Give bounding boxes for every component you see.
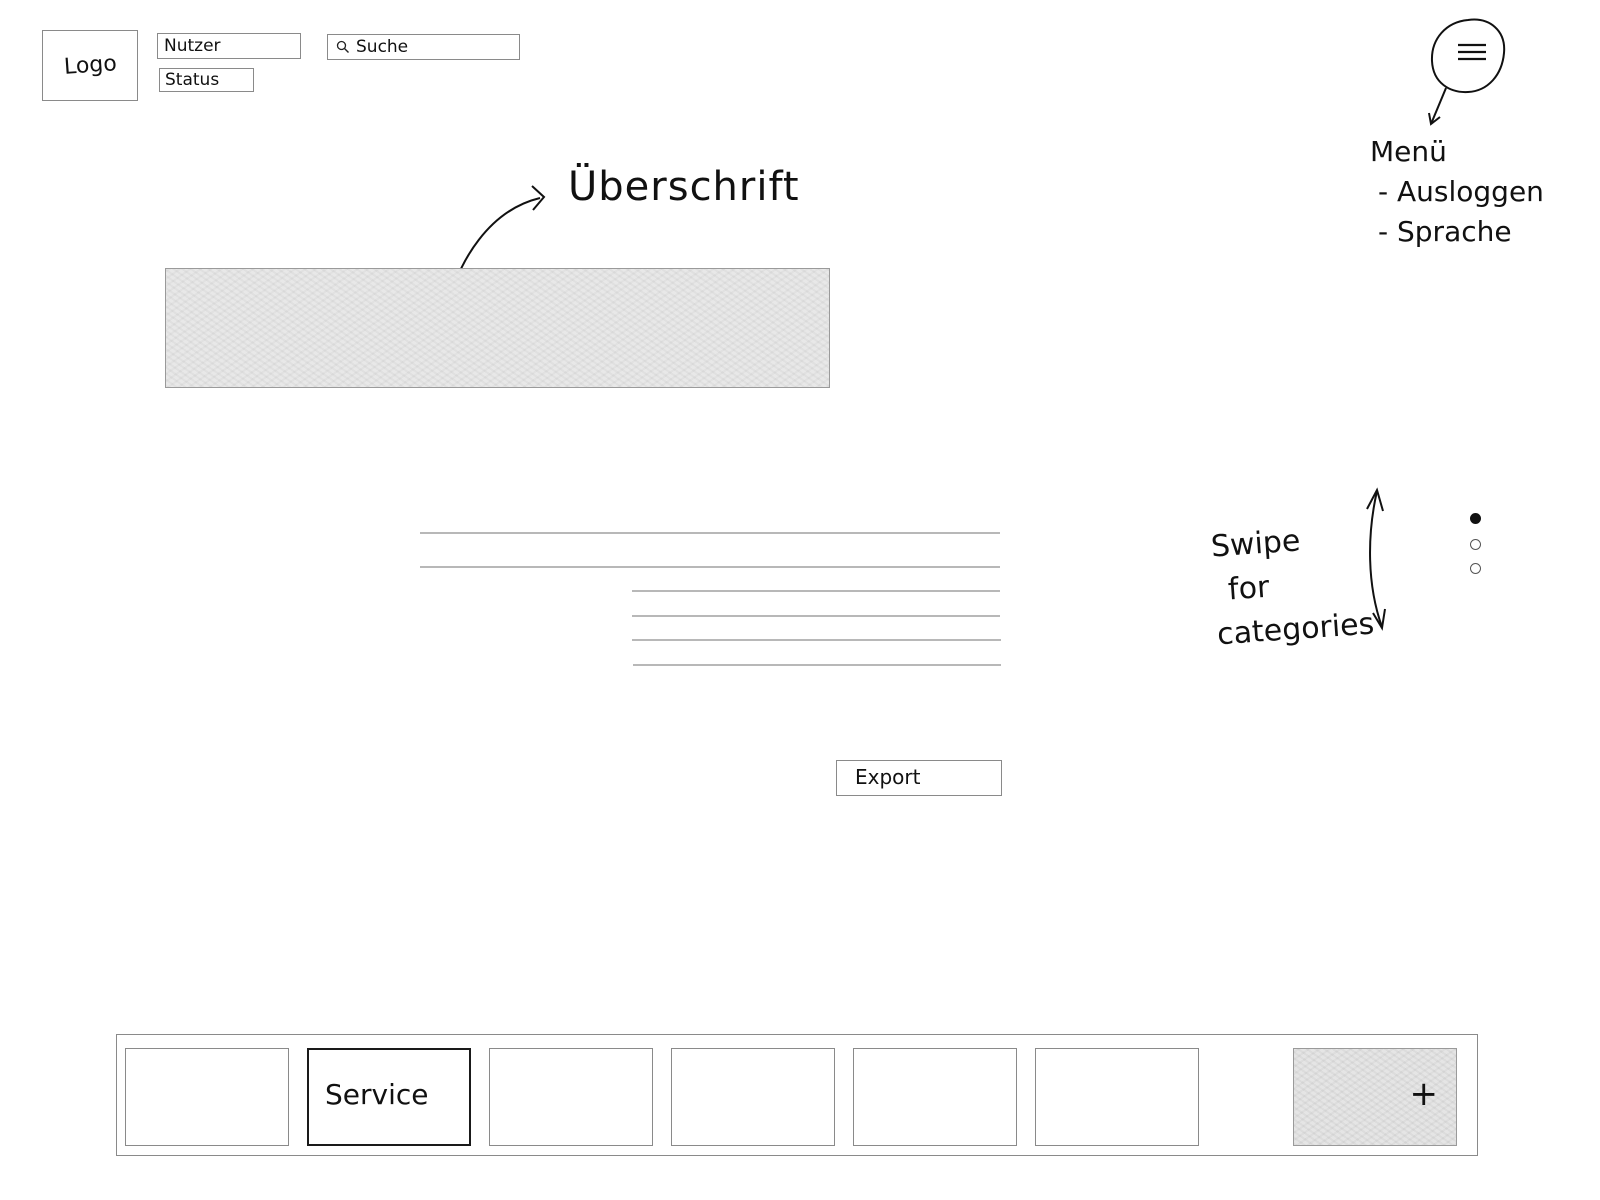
add-category-button[interactable]: + — [1293, 1048, 1457, 1146]
menu-annotation-item-logout: - Ausloggen — [1378, 175, 1544, 208]
logo: Logo — [42, 30, 138, 101]
heading-annotation: Überschrift — [568, 164, 800, 210]
category-tile[interactable] — [1035, 1048, 1199, 1146]
menu-annotation-title: Menü — [1370, 135, 1447, 168]
category-tile[interactable] — [125, 1048, 289, 1146]
category-tile[interactable] — [853, 1048, 1017, 1146]
text-line — [420, 532, 1000, 534]
swipe-annotation-line: categories — [1216, 606, 1376, 653]
menu-annotation-item-language: - Sprache — [1378, 215, 1512, 248]
category-tile-label: Service — [325, 1078, 429, 1111]
pager-dot-1[interactable] — [1470, 513, 1481, 524]
heading-placeholder — [165, 268, 830, 388]
category-tile[interactable] — [671, 1048, 835, 1146]
text-line — [632, 639, 1001, 641]
search-icon — [336, 40, 349, 53]
user-field[interactable]: Nutzer — [157, 33, 301, 59]
plus-icon: + — [1409, 1074, 1439, 1114]
menu-arrow — [1428, 87, 1447, 126]
logo-label: Logo — [62, 51, 118, 80]
category-tile[interactable] — [489, 1048, 653, 1146]
pager-dot-3[interactable] — [1470, 563, 1481, 574]
text-line — [632, 615, 1000, 617]
export-button[interactable]: Export — [836, 760, 1002, 796]
text-line — [632, 590, 1000, 592]
menu-button[interactable] — [1428, 17, 1508, 97]
status-field[interactable]: Status — [159, 68, 254, 92]
swipe-arrow — [1366, 487, 1386, 631]
search-input[interactable]: Suche — [327, 34, 520, 60]
pager-dot-2[interactable] — [1470, 539, 1481, 550]
search-label: Suche — [356, 37, 409, 57]
swipe-annotation: Swipe for categories — [1210, 515, 1376, 658]
category-tile-service[interactable]: Service — [307, 1048, 471, 1146]
text-line — [420, 566, 1000, 568]
text-line — [633, 664, 1001, 666]
menu-annotation: Menü - Ausloggen - Sprache — [1370, 132, 1580, 252]
